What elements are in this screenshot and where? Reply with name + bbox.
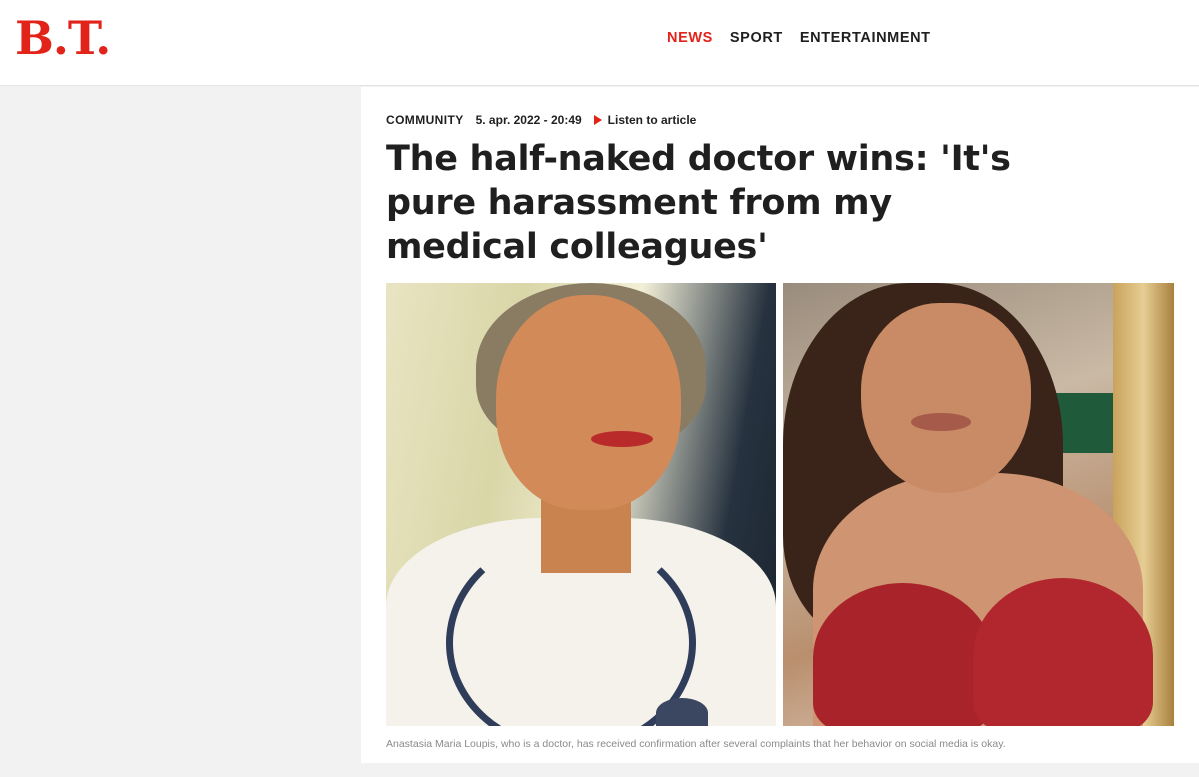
social-media-photo bbox=[783, 283, 1174, 726]
section-label[interactable]: COMMUNITY bbox=[386, 113, 464, 127]
face-shape bbox=[496, 295, 681, 510]
listen-to-article-button[interactable]: Listen to article bbox=[593, 113, 697, 127]
main-nav: NEWS SPORT ENTERTAINMENT bbox=[667, 30, 931, 46]
nav-entertainment[interactable]: ENTERTAINMENT bbox=[800, 30, 931, 46]
face-shape bbox=[861, 303, 1031, 493]
article-headline: The half-naked doctor wins: 'It's pure h… bbox=[386, 139, 1011, 267]
article: COMMUNITY 5. apr. 2022 - 20:49 Listen to… bbox=[361, 87, 1199, 763]
publish-date: 5. apr. 2022 - 20:49 bbox=[475, 113, 582, 127]
listen-label: Listen to article bbox=[607, 113, 697, 127]
bt-logo[interactable]: B.T. bbox=[15, 14, 111, 62]
photo-caption: Anastasia Maria Loupis, who is a doctor,… bbox=[386, 738, 1006, 750]
nav-sport[interactable]: SPORT bbox=[730, 30, 783, 46]
lips-shape bbox=[591, 431, 653, 447]
stethoscope-head-shape bbox=[656, 698, 708, 726]
site-header: B.T. NEWS SPORT ENTERTAINMENT bbox=[0, 0, 1199, 86]
article-meta: COMMUNITY 5. apr. 2022 - 20:49 Listen to… bbox=[386, 113, 696, 127]
bra-left-shape bbox=[813, 583, 993, 726]
bra-right-shape bbox=[973, 578, 1153, 726]
lips-shape bbox=[911, 413, 971, 431]
left-rail bbox=[0, 87, 361, 777]
nav-news[interactable]: NEWS bbox=[667, 30, 713, 46]
doctor-photo bbox=[386, 283, 776, 726]
play-icon bbox=[593, 115, 602, 125]
